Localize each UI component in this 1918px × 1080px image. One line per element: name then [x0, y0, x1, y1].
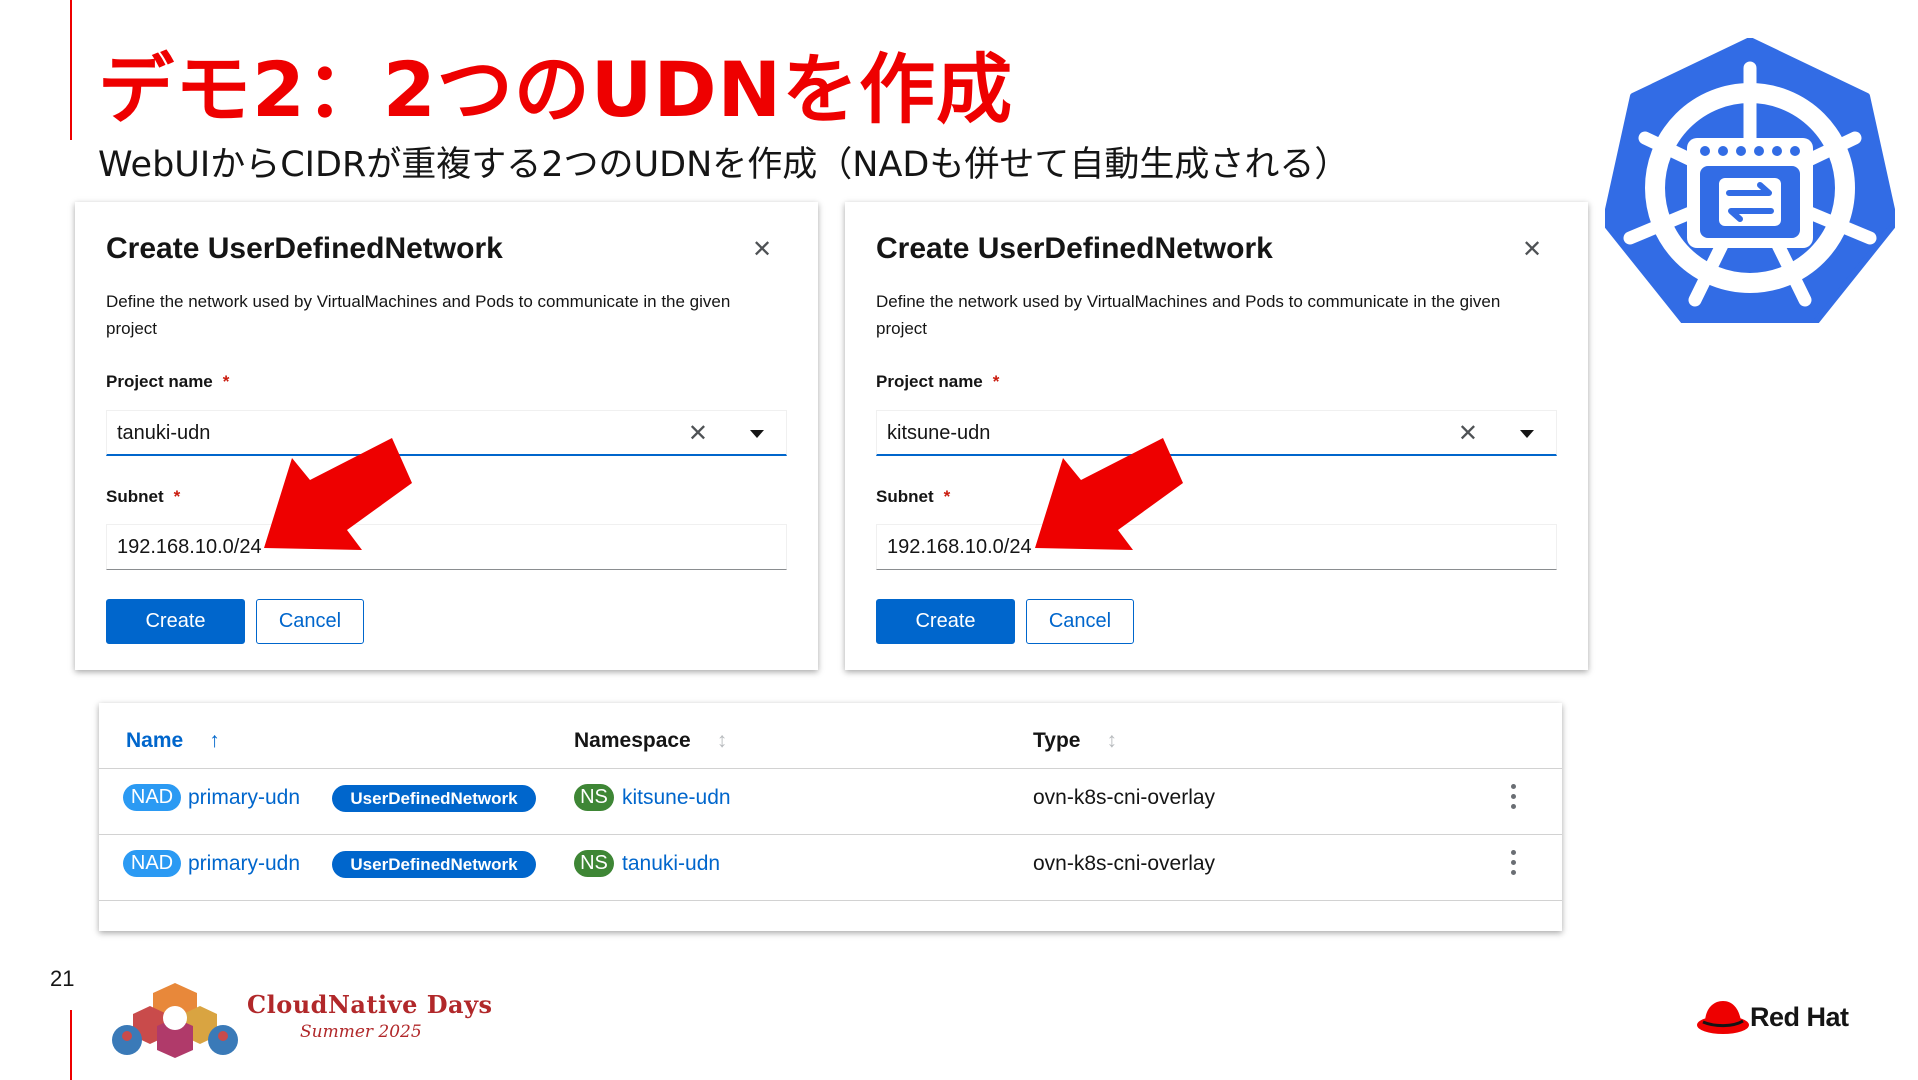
required-mark: *	[173, 487, 181, 506]
clear-icon[interactable]: ✕	[1458, 419, 1478, 448]
project-name-select[interactable]: kitsune-udn ✕	[876, 410, 1557, 456]
project-name-select[interactable]: tanuki-udn ✕	[106, 410, 787, 456]
red-arrow-icon	[264, 438, 412, 550]
column-header-type-text: Type	[1033, 729, 1081, 752]
kebab-icon[interactable]	[1504, 848, 1524, 878]
column-header-name-text: Name	[126, 729, 184, 752]
project-name-label: Project name *	[876, 372, 999, 392]
owner-label: UserDefinedNetwork	[332, 785, 536, 812]
sort-icon[interactable]: ↕	[717, 729, 728, 753]
cancel-button[interactable]: Cancel	[256, 599, 364, 644]
subnet-label-text: Subnet	[876, 487, 934, 506]
project-name-label-text: Project name	[106, 372, 213, 391]
event-name: CloudNative Days	[247, 990, 493, 1019]
namespace-link[interactable]: tanuki-udn	[622, 850, 720, 877]
create-button[interactable]: Create	[876, 599, 1015, 644]
caret-down-icon[interactable]	[750, 430, 764, 438]
redhat-logo	[1697, 1001, 1749, 1034]
redhat-wordmark: Red Hat	[1750, 1002, 1849, 1032]
project-name-value: kitsune-udn	[887, 422, 991, 444]
cancel-button[interactable]: Cancel	[1026, 599, 1134, 644]
column-header-namespace-text: Namespace	[574, 729, 691, 752]
subnet-label: Subnet *	[876, 487, 950, 507]
modal-description: Define the network used by VirtualMachin…	[106, 292, 731, 338]
accent-line-top	[70, 0, 72, 140]
create-button[interactable]: Create	[106, 599, 245, 644]
column-header-type[interactable]: Type ↕	[1033, 729, 1117, 753]
modal-description: Define the network used by VirtualMachin…	[876, 292, 1501, 338]
nad-name-link[interactable]: primary-udn	[188, 850, 300, 877]
ns-badge: NS	[574, 850, 614, 877]
event-season: Summer 2025	[300, 1022, 422, 1042]
required-mark: *	[992, 372, 1000, 391]
type-cell: ovn-k8s-cni-overlay	[1033, 852, 1216, 875]
sort-icon[interactable]: ↕	[1106, 729, 1117, 753]
ns-badge: NS	[574, 784, 614, 811]
kubernetes-logo	[1605, 38, 1895, 323]
kebab-icon[interactable]	[1504, 782, 1524, 812]
close-icon[interactable]: ✕	[750, 238, 774, 262]
close-icon[interactable]: ✕	[1520, 238, 1544, 262]
subnet-label: Subnet *	[106, 487, 180, 507]
project-name-label: Project name *	[106, 372, 229, 392]
nad-badge: NAD	[123, 850, 181, 877]
owner-label: UserDefinedNetwork	[332, 851, 536, 878]
column-header-namespace[interactable]: Namespace ↕	[574, 729, 727, 753]
subnet-input[interactable]	[106, 524, 787, 570]
accent-line-bottom	[70, 1010, 72, 1080]
table-row: NAD primary-udn UserDefinedNetwork NS ki…	[99, 768, 1562, 834]
red-arrow-icon	[1035, 438, 1183, 550]
slide-subtitle: WebUIからCIDRが重複する2つのUDNを作成（NADも併せて自動生成される…	[98, 145, 1350, 185]
create-udn-modal-tanuki: Create UserDefinedNetwork ✕ Define the n…	[75, 202, 818, 670]
required-mark: *	[943, 487, 951, 506]
clear-icon[interactable]: ✕	[688, 419, 708, 448]
type-cell: ovn-k8s-cni-overlay	[1033, 786, 1216, 809]
page-number: 21	[50, 966, 75, 991]
subnet-input[interactable]	[876, 524, 1557, 570]
modal-title: Create UserDefinedNetwork	[106, 232, 503, 265]
column-header-name[interactable]: Name ↑	[126, 729, 220, 753]
row-divider	[99, 900, 1562, 901]
table-row: NAD primary-udn UserDefinedNetwork NS ta…	[99, 834, 1562, 900]
caret-down-icon[interactable]	[1520, 430, 1534, 438]
nad-badge: NAD	[123, 784, 181, 811]
modal-title: Create UserDefinedNetwork	[876, 232, 1273, 265]
project-name-label-text: Project name	[876, 372, 983, 391]
project-name-value: tanuki-udn	[117, 422, 211, 444]
sort-ascending-icon[interactable]: ↑	[209, 729, 220, 753]
required-mark: *	[222, 372, 230, 391]
slide-title: デモ2：2つのUDNを作成	[98, 45, 1014, 134]
namespace-link[interactable]: kitsune-udn	[622, 784, 731, 811]
nad-table: Name ↑ Namespace ↕ Type ↕ NAD primary-udn U…	[99, 703, 1562, 931]
create-udn-modal-kitsune: Create UserDefinedNetwork ✕ Define the n…	[845, 202, 1588, 670]
subnet-label-text: Subnet	[106, 487, 164, 506]
nad-name-link[interactable]: primary-udn	[188, 784, 300, 811]
